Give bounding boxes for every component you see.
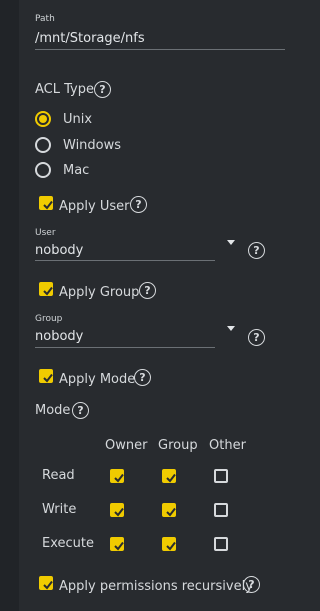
permissions-form: Path /mnt/Storage/nfs ACL Type ? Unix Wi… — [19, 0, 285, 611]
apply-group-help-icon[interactable]: ? — [139, 282, 156, 299]
radio-selected-dot — [39, 115, 47, 123]
write-other-checkbox[interactable] — [214, 503, 228, 517]
write-owner-checkbox[interactable] — [110, 503, 124, 517]
apply-recursive-label: Apply permissions recursively — [59, 579, 253, 594]
execute-owner-checkbox[interactable] — [110, 537, 124, 551]
read-owner-checkbox[interactable] — [110, 469, 124, 483]
apply-group-label: Apply Group — [59, 285, 140, 300]
checkmark-icon — [43, 200, 53, 210]
group-dropdown-caret-icon[interactable] — [227, 326, 235, 331]
mode-column-group: Group — [158, 438, 198, 453]
checkmark-icon — [43, 286, 53, 296]
apply-mode-checkbox[interactable] — [39, 369, 53, 383]
user-help-icon[interactable]: ? — [248, 242, 265, 259]
execute-other-checkbox[interactable] — [214, 537, 228, 551]
path-value[interactable]: /mnt/Storage/nfs — [35, 31, 145, 46]
mode-column-other: Other — [209, 438, 246, 453]
apply-user-help-icon[interactable]: ? — [130, 196, 147, 213]
apply-user-label: Apply User — [59, 199, 130, 214]
checkmark-icon — [43, 373, 53, 383]
radio-unix-label: Unix — [63, 112, 93, 127]
apply-recursive-checkbox[interactable] — [39, 576, 53, 590]
checkmark-icon — [166, 541, 176, 551]
radio-windows-label: Windows — [63, 138, 122, 153]
apply-user-checkbox[interactable] — [39, 196, 53, 210]
mode-row-execute-label: Execute — [42, 536, 94, 551]
mode-row-read-label: Read — [42, 468, 75, 483]
user-dropdown-caret-icon[interactable] — [227, 240, 235, 245]
acl-type-help-icon[interactable]: ? — [94, 81, 111, 98]
mode-column-owner: Owner — [105, 438, 148, 453]
apply-mode-help-icon[interactable]: ? — [134, 369, 151, 386]
mode-row-write-label: Write — [42, 502, 77, 517]
radio-windows[interactable] — [35, 137, 51, 153]
mode-help-icon[interactable]: ? — [72, 402, 89, 419]
checkmark-icon — [43, 580, 53, 590]
group-value[interactable]: nobody — [35, 329, 83, 344]
read-other-checkbox[interactable] — [214, 469, 228, 483]
checkmark-icon — [114, 507, 124, 517]
group-label: Group — [35, 314, 63, 324]
user-underline — [35, 260, 215, 261]
path-underline — [35, 49, 285, 50]
radio-mac-label: Mac — [63, 163, 90, 178]
mode-label: Mode — [35, 403, 71, 418]
apply-recursive-help-icon[interactable]: ? — [243, 576, 260, 593]
write-group-checkbox[interactable] — [162, 503, 176, 517]
path-label: Path — [35, 14, 55, 24]
user-label: User — [35, 228, 56, 238]
group-underline — [35, 347, 215, 348]
checkmark-icon — [114, 541, 124, 551]
left-gutter — [0, 0, 19, 611]
acl-type-label: ACL Type — [35, 82, 94, 97]
execute-group-checkbox[interactable] — [162, 537, 176, 551]
apply-mode-label: Apply Mode — [59, 372, 136, 387]
user-value[interactable]: nobody — [35, 243, 83, 258]
radio-unix[interactable] — [35, 111, 51, 127]
checkmark-icon — [114, 473, 124, 483]
radio-mac[interactable] — [35, 162, 51, 178]
checkmark-icon — [166, 473, 176, 483]
apply-group-checkbox[interactable] — [39, 282, 53, 296]
checkmark-icon — [166, 507, 176, 517]
group-help-icon[interactable]: ? — [248, 329, 265, 346]
read-group-checkbox[interactable] — [162, 469, 176, 483]
